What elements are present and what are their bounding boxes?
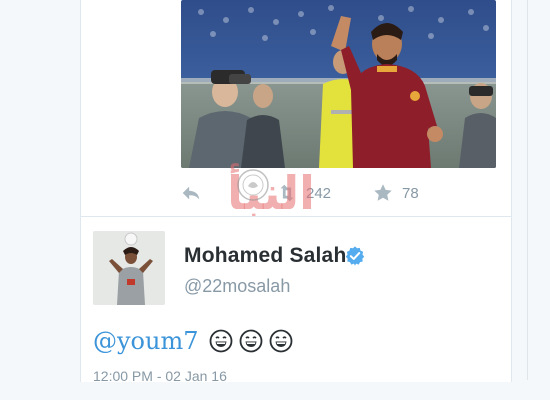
- grinning-face-icon: [239, 329, 262, 353]
- page-background-right: [512, 0, 550, 400]
- avatar[interactable]: [93, 231, 165, 305]
- stadium-photo: [181, 0, 496, 168]
- star-icon: [374, 184, 392, 201]
- column-divider: [527, 0, 528, 380]
- favorite-button[interactable]: 78: [372, 178, 419, 208]
- display-name[interactable]: Mohamed Salah: [184, 244, 346, 268]
- watermark: النبأ: [196, 158, 346, 238]
- mention-link[interactable]: @youm7: [93, 327, 199, 355]
- grinning-face-icon: [209, 329, 232, 353]
- tweet-separator: [81, 216, 511, 217]
- watermark-seal-icon: [237, 169, 269, 201]
- avatar-photo: [93, 231, 165, 305]
- grinning-face-icon: [269, 329, 292, 353]
- page-background-left: [0, 0, 80, 400]
- favorite-count: 78: [402, 184, 419, 202]
- user-handle[interactable]: @22mosalah: [184, 276, 290, 297]
- page-background-bottom: [0, 382, 550, 400]
- watermark-logo-text: النبأ: [227, 166, 315, 220]
- tweet-text: @youm7: [93, 326, 293, 356]
- verified-badge-icon: [345, 246, 365, 266]
- tweet-photo[interactable]: [181, 0, 496, 168]
